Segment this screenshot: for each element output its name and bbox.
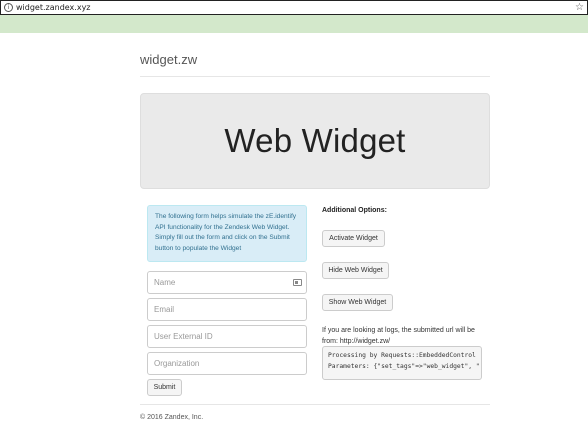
email-field[interactable]: Email	[147, 298, 307, 321]
hide-widget-button[interactable]: Hide Web Widget	[322, 262, 389, 279]
page-title: Web Widget	[224, 122, 406, 159]
organization-placeholder: Organization	[154, 359, 200, 368]
log-line: Processing by Requests::EmbeddedControl	[328, 352, 476, 359]
external-id-field[interactable]: User External ID	[147, 325, 307, 348]
header-divider	[140, 76, 490, 77]
logs-note: If you are looking at logs, the submitte…	[322, 327, 475, 345]
site-brand[interactable]: widget.zw	[140, 52, 197, 67]
name-field[interactable]: Name	[147, 271, 307, 294]
footer-divider	[140, 404, 490, 405]
green-banner	[0, 15, 588, 33]
address-bar[interactable]: i widget.zandex.xyz ☆	[0, 0, 588, 15]
jumbotron: Web Widget	[140, 93, 490, 189]
log-code-block: Processing by Requests::EmbeddedControlP…	[322, 346, 482, 380]
bookmark-star-icon[interactable]: ☆	[575, 2, 584, 13]
external-id-placeholder: User External ID	[154, 332, 213, 341]
info-icon[interactable]: i	[4, 3, 13, 12]
log-line: Parameters: {"set_tags"=>"web_widget", "	[328, 362, 480, 370]
footer-copyright: © 2016 Zandex, Inc.	[140, 414, 204, 421]
show-widget-button[interactable]: Show Web Widget	[322, 294, 393, 311]
options-title: Additional Options:	[322, 207, 387, 214]
organization-field[interactable]: Organization	[147, 352, 307, 375]
name-placeholder: Name	[154, 278, 176, 287]
info-alert: The following form helps simulate the zE…	[147, 205, 307, 262]
contact-card-icon	[293, 279, 302, 286]
activate-widget-button[interactable]: Activate Widget	[322, 230, 385, 247]
submit-button[interactable]: Submit	[147, 379, 182, 396]
url-text[interactable]: widget.zandex.xyz	[16, 3, 575, 12]
email-placeholder: Email	[154, 305, 175, 314]
